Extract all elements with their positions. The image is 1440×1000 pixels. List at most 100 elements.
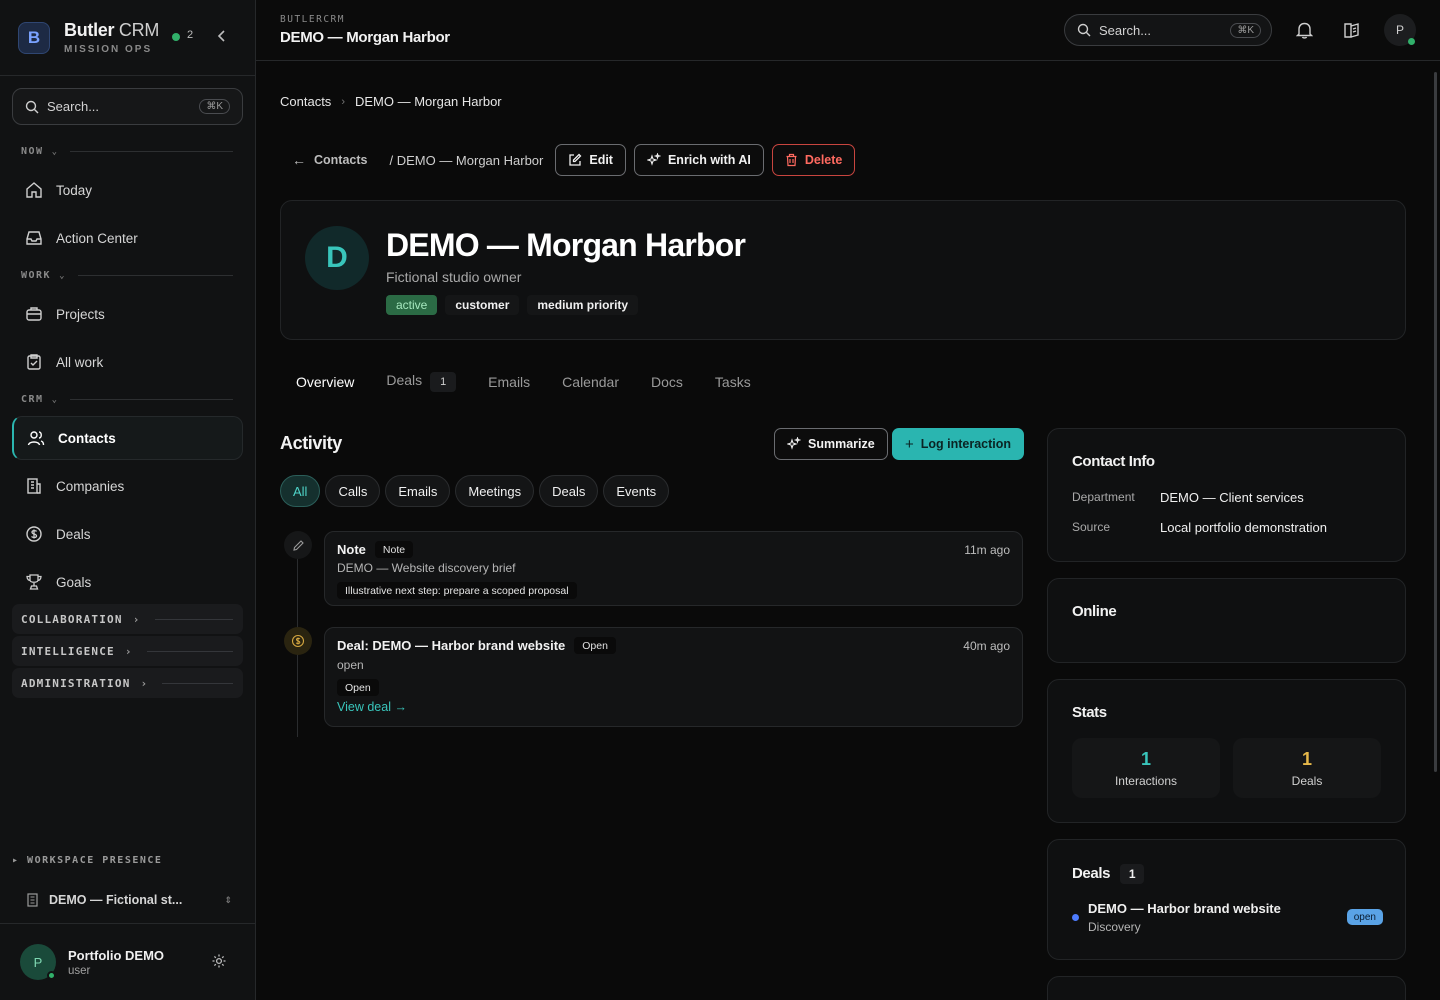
avatar[interactable]: P [1384,14,1416,46]
brand-header: B Butler CRM MISSION OPS 2 [0,0,255,76]
group-collaboration[interactable]: COLLABORATION › [12,604,243,634]
sparkles-icon [787,437,801,451]
group-intelligence[interactable]: INTELLIGENCE › [12,636,243,666]
section-work[interactable]: WORK ⌄ [21,270,233,281]
contact-subtitle: Fictional studio owner [386,269,522,285]
global-search[interactable]: Search... ⌘K [1064,14,1272,46]
filter-emails[interactable]: Emails [385,475,451,507]
deal-status-dot [1072,914,1079,921]
contact-tags: active customer medium priority [386,295,639,315]
sidebar-item-goals[interactable]: Goals [12,560,243,604]
avatar: D [305,226,369,290]
online-count: 2 [187,29,194,41]
online-heading: Online [1072,603,1117,620]
chevron-right-icon: › [124,644,133,658]
brand-name: Butler CRM [64,20,160,40]
breadcrumb-contacts[interactable]: Contacts [280,94,331,109]
breadcrumb-current: DEMO — Morgan Harbor [354,94,502,109]
next-step-pill: Illustrative next step: prepare a scoped… [337,582,577,599]
building-icon [24,476,44,496]
sidebar-search[interactable]: Search... ⌘K [12,88,243,125]
deals-count-badge: 1 [430,372,457,392]
main-scrollbar[interactable] [1431,62,1439,1000]
summarize-button[interactable]: Summarize [774,428,888,460]
group-administration[interactable]: ADMINISTRATION › [12,668,243,698]
workspace-presence-toggle[interactable]: ▸ WORKSPACE PRESENCE [12,855,162,866]
stat-interactions: 1 Interactions [1072,738,1220,798]
tab-tasks[interactable]: Tasks [715,374,751,390]
sidebar-item-projects[interactable]: Projects [12,292,243,336]
tab-calendar[interactable]: Calendar [562,374,619,390]
user-footer: P Portfolio DEMO user [0,923,255,1000]
filter-meetings[interactable]: Meetings [455,475,535,507]
deal-stage-pill: Open [337,679,379,696]
stats-card: Stats 1 Interactions 1 Deals [1047,679,1406,823]
layout-panel-icon[interactable] [1341,19,1363,41]
log-interaction-button[interactable]: + Log interaction [892,428,1025,460]
deals-card: Deals 1 DEMO — Harbor brand website Disco… [1047,839,1406,960]
tab-overview[interactable]: Overview [296,374,354,390]
section-now[interactable]: NOW ⌄ [21,146,233,157]
delete-button[interactable]: Delete [771,144,856,176]
edit-icon [568,153,582,167]
activity-type-badge: Note [374,541,414,558]
users-icon [26,428,46,448]
chevron-down-icon: ⌄ [51,394,59,405]
priority-badge: medium priority [527,295,639,315]
sparkles-icon [646,153,661,167]
chevron-down-icon: ⌄ [59,270,67,281]
chevron-updown-icon: ⇕ [224,894,232,905]
avatar[interactable]: P [20,944,56,980]
sidebar-item-deals[interactable]: Deals [12,512,243,556]
online-card: Online [1047,578,1406,663]
workspace-switcher[interactable]: DEMO — Fictional st... ⇕ [26,893,232,907]
sidebar-item-companies[interactable]: Companies [12,464,243,508]
sidebar-item-all-work[interactable]: All work [12,340,243,384]
section-crm[interactable]: CRM ⌄ [21,394,233,405]
sidebar-search-placeholder: Search... [47,99,100,114]
bell-icon[interactable] [1293,19,1315,41]
contact-name: DEMO — Morgan Harbor [386,227,746,263]
chevron-right-icon: › [140,676,149,690]
filter-events[interactable]: Events [603,475,670,507]
view-deal-link[interactable]: View deal → [337,700,407,714]
info-row-source: Source Local portfolio demonstration [1072,520,1327,535]
activity-item[interactable]: Note Note 11m ago DEMO — Website discover… [324,531,1023,606]
brand-subtitle: MISSION OPS [64,44,153,55]
search-icon [1077,23,1091,37]
collapse-sidebar-button[interactable] [214,28,230,46]
building-icon [27,893,38,907]
gear-icon[interactable] [211,953,227,972]
edit-button[interactable]: Edit [555,144,626,176]
activity-heading: Activity [280,433,342,453]
activity-filters: All Calls Emails Meetings Deals Events [280,475,670,507]
tab-emails[interactable]: Emails [488,374,530,390]
filter-all[interactable]: All [280,475,321,507]
tab-deals[interactable]: Deals 1 [386,372,457,392]
action-row: ← Contacts / DEMO — Morgan Harbor Edit En… [280,143,856,177]
activity-time: 11m ago [964,543,1010,557]
sidebar-item-action-center[interactable]: Action Center [12,216,243,260]
scrollbar-thumb[interactable] [1434,72,1437,772]
activity-title: Note [337,542,366,557]
sidebar-item-contacts[interactable]: Contacts [12,416,243,460]
chevron-right-icon: › [341,95,345,108]
tab-docs[interactable]: Docs [651,374,683,390]
online-status-dot [47,971,56,980]
global-search-placeholder: Search... [1099,22,1152,38]
filter-calls[interactable]: Calls [325,475,381,507]
info-row-department: Department DEMO — Client services [1072,490,1304,505]
dollar-icon [24,524,44,544]
sidebar-item-today[interactable]: Today [12,168,243,212]
filter-deals[interactable]: Deals [539,475,599,507]
enrich-with-ai-button[interactable]: Enrich with AI [633,144,764,176]
status-badge: active [386,295,438,315]
back-to-contacts-link[interactable]: ← Contacts [292,152,367,168]
brand-logo[interactable]: B [18,21,50,54]
activity-item[interactable]: Deal: DEMO — Harbor brand website Open 40… [324,627,1023,727]
plus-icon: + [905,435,914,453]
page-title: DEMO — Morgan Harbor [280,29,450,46]
activity-title: Deal: DEMO — Harbor brand website [337,638,566,653]
top-bar: BUTLERCRM DEMO — Morgan Harbor Search...… [256,0,1440,61]
activity-description: open [337,658,364,672]
